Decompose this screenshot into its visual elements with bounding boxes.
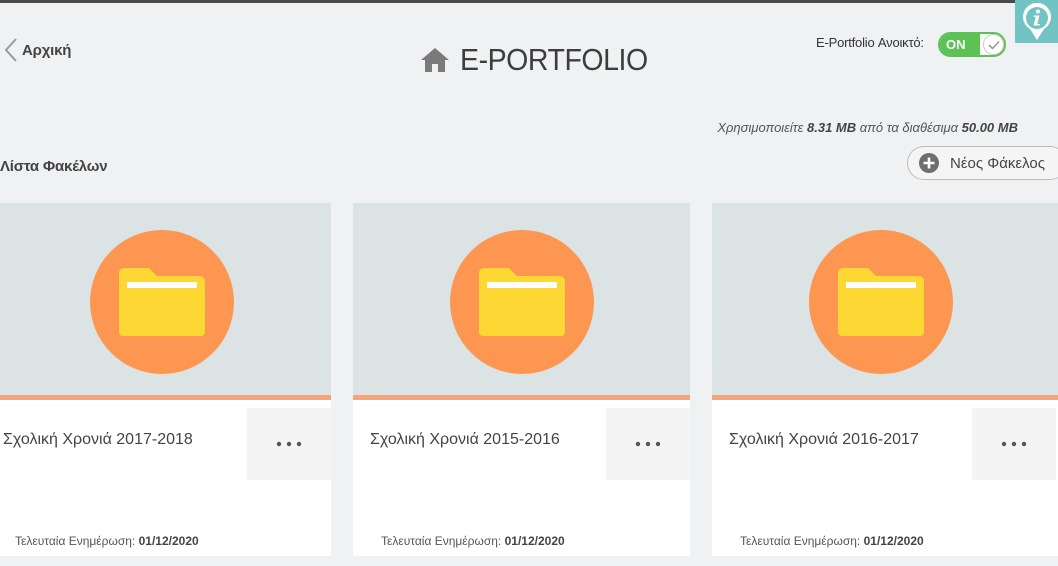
folder-options-button[interactable]	[606, 408, 690, 480]
folder-updated: Τελευταία Ενημέρωση: 01/12/2020	[15, 534, 199, 548]
folder-card-media	[712, 203, 1058, 400]
folder-icon-circle	[449, 230, 594, 374]
folder-list-title: Λίστα Φακέλων	[0, 158, 108, 175]
info-icon	[1021, 2, 1053, 41]
more-horizontal-icon	[635, 441, 661, 447]
folder-title[interactable]: Σχολική Χρονιά 2015-2016	[370, 431, 560, 449]
folder-updated: Τελευταία Ενημέρωση: 01/12/2020	[381, 534, 565, 548]
plus-circle-icon	[918, 152, 940, 174]
folder-icon	[838, 268, 924, 336]
folder-updated-date: 01/12/2020	[504, 534, 565, 548]
back-home-label: Αρχική	[22, 41, 72, 59]
new-folder-button[interactable]: Νέος Φάκελος	[907, 146, 1058, 180]
folder-updated: Τελευταία Ενημέρωση: 01/12/2020	[740, 534, 924, 548]
storage-prefix: Χρησιμοποιείτε	[717, 120, 804, 135]
folder-card-media	[353, 203, 690, 400]
folder-icon	[119, 268, 205, 336]
check-icon	[983, 34, 1004, 55]
home-icon	[420, 47, 450, 73]
top-border	[0, 0, 1058, 3]
back-home-link[interactable]: Αρχική	[4, 36, 71, 64]
info-button[interactable]	[1015, 0, 1058, 43]
folder-card[interactable]: Σχολική Χρονιά 2017-2018 Τελευταία Ενημέ…	[0, 203, 331, 556]
storage-usage: Χρησιμοποιείτε 8.31 MB από τα διαθέσιμα …	[717, 120, 1018, 135]
folder-updated-label: Τελευταία Ενημέρωση:	[15, 534, 136, 548]
folder-icon-circle	[90, 230, 234, 374]
folder-updated-date: 01/12/2020	[863, 534, 924, 548]
portfolio-open-toggle[interactable]: ON	[938, 32, 1006, 57]
page-header: E-PORTFOLIO	[420, 40, 664, 80]
folder-updated-label: Τελευταία Ενημέρωση:	[381, 534, 502, 548]
chevron-left-icon	[4, 37, 18, 63]
new-folder-label: Νέος Φάκελος	[950, 154, 1045, 172]
toggle-state-label: ON	[940, 34, 980, 55]
more-horizontal-icon	[276, 441, 302, 447]
storage-used: 8.31 MB	[807, 120, 857, 135]
page-title: E-PORTFOLIO	[460, 42, 648, 77]
folder-card-media	[0, 203, 331, 400]
folder-icon-circle	[809, 230, 953, 374]
folder-updated-date: 01/12/2020	[138, 534, 199, 548]
folder-updated-label: Τελευταία Ενημέρωση:	[740, 534, 861, 548]
folder-title[interactable]: Σχολική Χρονιά 2016-2017	[729, 431, 919, 449]
folder-card[interactable]: Σχολική Χρονιά 2015-2016 Τελευταία Ενημέ…	[353, 203, 690, 556]
more-horizontal-icon	[1001, 441, 1027, 447]
folder-options-button[interactable]	[972, 408, 1056, 480]
storage-total: 50.00 MB	[961, 120, 1018, 135]
folder-options-button[interactable]	[247, 408, 331, 480]
portfolio-open-label: E-Portfolio Ανοικτό:	[816, 35, 924, 50]
folder-card[interactable]: Σχολική Χρονιά 2016-2017 Τελευταία Ενημέ…	[712, 203, 1058, 556]
folder-title[interactable]: Σχολική Χρονιά 2017-2018	[3, 431, 193, 449]
storage-middle: από τα διαθέσιμα	[859, 120, 958, 135]
folder-icon	[478, 268, 565, 336]
